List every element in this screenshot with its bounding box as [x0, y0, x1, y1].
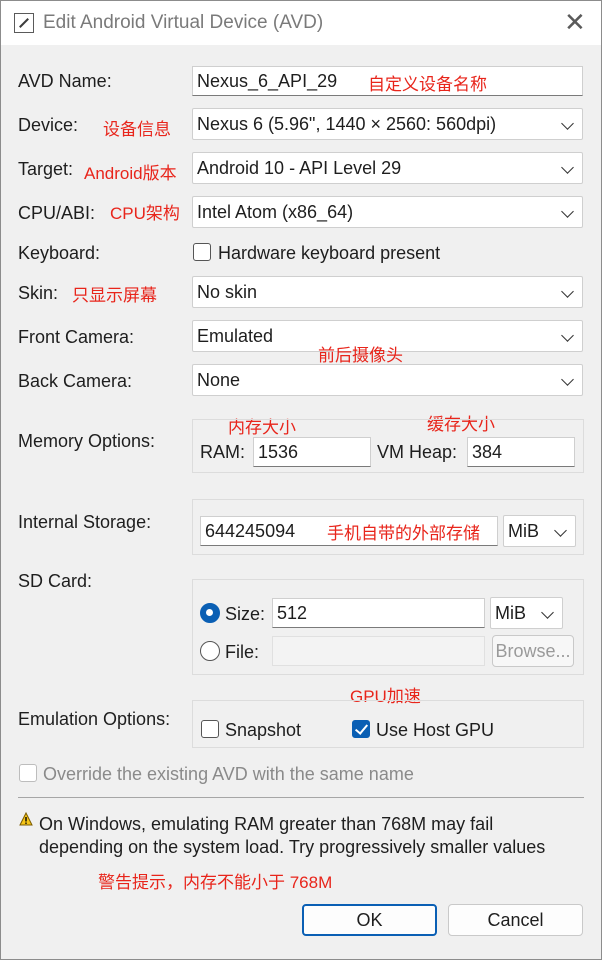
hardware-keyboard-label: Hardware keyboard present [218, 243, 441, 263]
chevron-down-icon [541, 606, 554, 619]
cpu-abi-label: CPU/ABI: [18, 203, 96, 223]
camera-annotation: 前后摄像头 [318, 346, 403, 365]
vm-heap-label: VM Heap: [377, 442, 458, 462]
device-value: Nexus 6 (5.96", 1440 × 2560: 560dpi) [197, 114, 497, 134]
sd-size-input[interactable]: 512 [272, 598, 485, 628]
keyboard-label: Keyboard: [18, 243, 101, 263]
device-annotation: 设备信息 [103, 120, 171, 139]
cpu-abi-select[interactable]: Intel Atom (x86_64) [192, 196, 583, 228]
chevron-down-icon [554, 524, 567, 537]
back-camera-select[interactable]: None [192, 364, 583, 396]
cpu-abi-annotation: CPU架构 [110, 204, 180, 223]
warning-line-1: On Windows, emulating RAM greater than 7… [39, 814, 494, 834]
emulation-options-label: Emulation Options: [18, 709, 171, 729]
ok-button[interactable]: OK [302, 904, 437, 936]
divider [18, 797, 584, 798]
sd-file-input[interactable] [272, 636, 485, 666]
warning-annotation: 警告提示，内存不能小于 768M [98, 873, 333, 892]
skin-label: Skin: [18, 283, 59, 303]
chevron-down-icon [561, 329, 574, 342]
avd-name-label: AVD Name: [18, 71, 112, 91]
title-bar: Edit Android Virtual Device (AVD) ✕ [1, 1, 601, 45]
close-icon[interactable]: ✕ [564, 9, 586, 35]
warning-line-2: depending on the system load. Try progre… [39, 837, 546, 857]
sd-size-unit: MiB [495, 603, 526, 623]
override-checkbox[interactable] [19, 764, 37, 782]
warning-icon [19, 812, 33, 826]
internal-storage-label: Internal Storage: [18, 512, 152, 532]
avd-name-annotation: 自定义设备名称 [368, 75, 487, 94]
device-select[interactable]: Nexus 6 (5.96", 1440 × 2560: 560dpi) [192, 108, 583, 140]
snapshot-label: Snapshot [225, 720, 302, 740]
sd-file-radio[interactable] [200, 641, 220, 661]
target-value: Android 10 - API Level 29 [197, 158, 402, 178]
sd-size-label: Size: [225, 604, 266, 624]
target-select[interactable]: Android 10 - API Level 29 [192, 152, 583, 184]
memory-options-label: Memory Options: [18, 431, 156, 451]
use-host-gpu-label: Use Host GPU [376, 720, 495, 740]
skin-value: No skin [197, 282, 258, 302]
target-label: Target: [18, 159, 74, 179]
snapshot-checkbox[interactable] [201, 720, 219, 738]
browse-button[interactable]: Browse... [492, 635, 574, 667]
sd-card-label: SD Card: [18, 571, 93, 591]
target-annotation: Android版本 [84, 164, 177, 183]
skin-select[interactable]: No skin [192, 276, 583, 308]
sd-size-unit-select[interactable]: MiB [490, 597, 563, 629]
skin-annotation: 只显示屏幕 [72, 286, 157, 305]
front-camera-value: Emulated [197, 326, 274, 346]
back-camera-value: None [197, 370, 241, 390]
app-icon [14, 13, 34, 33]
window-title: Edit Android Virtual Device (AVD) [43, 12, 324, 33]
vm-heap-input[interactable]: 384 [467, 437, 575, 467]
front-camera-label: Front Camera: [18, 327, 135, 347]
ram-label: RAM: [200, 442, 245, 462]
cancel-button[interactable]: Cancel [448, 904, 583, 936]
sd-size-radio[interactable] [200, 603, 220, 623]
internal-storage-unit: MiB [508, 521, 539, 541]
chevron-down-icon [561, 117, 574, 130]
chevron-down-icon [561, 285, 574, 298]
back-camera-label: Back Camera: [18, 371, 133, 391]
override-label: Override the existing AVD with the same … [43, 764, 414, 784]
sd-file-label: File: [225, 642, 260, 662]
internal-storage-unit-select[interactable]: MiB [503, 515, 576, 547]
chevron-down-icon [561, 205, 574, 218]
use-host-gpu-checkbox[interactable] [352, 720, 370, 738]
hardware-keyboard-checkbox[interactable] [193, 243, 211, 261]
chevron-down-icon [561, 161, 574, 174]
chevron-down-icon [561, 373, 574, 386]
device-label: Device: [18, 115, 79, 135]
internal-storage-annotation: 手机自带的外部存储 [327, 524, 480, 543]
ram-input[interactable]: 1536 [253, 437, 371, 467]
cpu-abi-value: Intel Atom (x86_64) [197, 202, 354, 222]
